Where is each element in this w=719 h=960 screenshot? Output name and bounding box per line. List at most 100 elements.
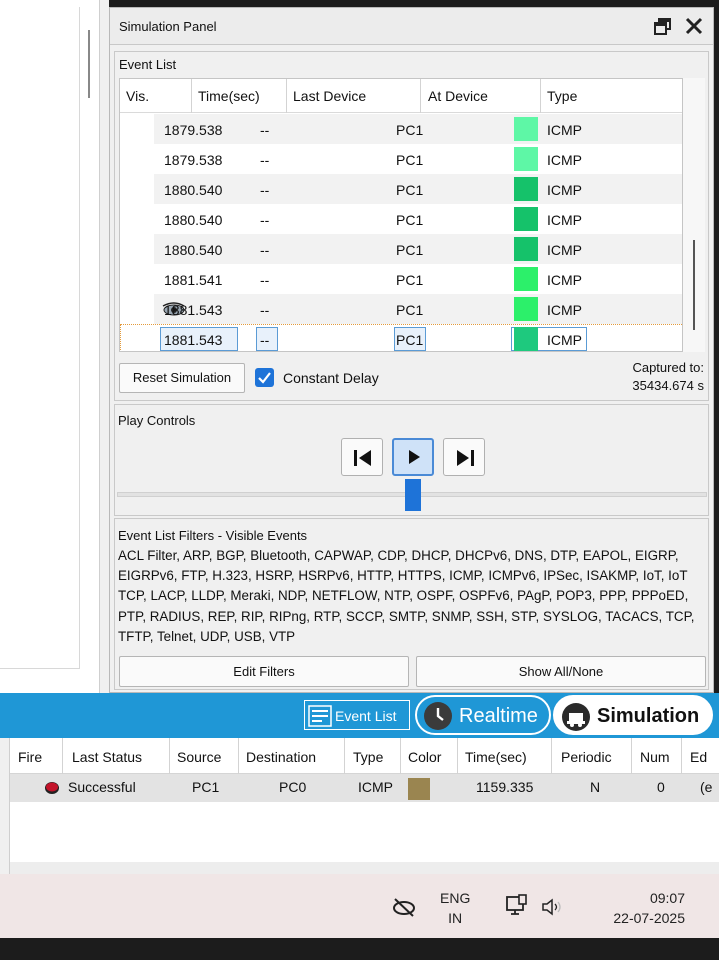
back-button[interactable] bbox=[341, 438, 383, 476]
event-time: 1879.538 bbox=[164, 152, 223, 168]
event-list-group: Event List Vis. Time(sec) Last Device At… bbox=[114, 51, 709, 401]
col-divider[interactable] bbox=[191, 79, 192, 113]
col-divider[interactable] bbox=[551, 738, 552, 774]
edit-filters-button[interactable]: Edit Filters bbox=[119, 656, 409, 687]
col-divider[interactable] bbox=[344, 738, 345, 774]
clock-time: 09:07 bbox=[649, 890, 685, 906]
event-color-swatch bbox=[514, 297, 538, 321]
pdu-col-periodic[interactable]: Periodic bbox=[561, 749, 612, 765]
simulation-mode-button[interactable]: Simulation bbox=[553, 695, 713, 735]
language-indicator[interactable]: ENG IN bbox=[440, 888, 470, 928]
event-list-table: Vis. Time(sec) Last Device At Device Typ… bbox=[119, 78, 683, 352]
pdu-col-time[interactable]: Time(sec) bbox=[465, 749, 527, 765]
realtime-mode-button[interactable]: Realtime bbox=[415, 695, 551, 735]
pdu-time: 1159.335 bbox=[476, 779, 534, 795]
col-divider[interactable] bbox=[540, 79, 541, 113]
col-divider[interactable] bbox=[631, 738, 632, 774]
col-vis[interactable]: Vis. bbox=[126, 88, 149, 104]
panel-splitter[interactable] bbox=[99, 0, 109, 693]
windows-taskbar: ENG IN 09:07 22-07-2025 bbox=[0, 874, 719, 938]
event-time: 1881.543 bbox=[164, 332, 223, 348]
event-time: 1881.541 bbox=[164, 272, 223, 288]
pdu-col-type[interactable]: Type bbox=[353, 749, 383, 765]
event-row[interactable]: 1880.540 -- PC1 ICMP bbox=[120, 204, 682, 234]
col-divider[interactable] bbox=[169, 738, 170, 774]
pdu-col-fire[interactable]: Fire bbox=[18, 749, 42, 765]
constant-delay-checkbox[interactable] bbox=[255, 368, 274, 387]
event-color-swatch bbox=[514, 327, 538, 351]
pdu-col-edit[interactable]: Ed bbox=[690, 749, 707, 765]
panel-titlebar: Simulation Panel bbox=[110, 8, 713, 45]
event-type: ICMP bbox=[547, 122, 582, 138]
col-divider[interactable] bbox=[62, 738, 63, 774]
col-divider[interactable] bbox=[420, 79, 421, 113]
event-row[interactable]: 1879.538 -- PC1 ICMP bbox=[120, 114, 682, 144]
event-row[interactable]: 1880.540 -- PC1 ICMP bbox=[120, 234, 682, 264]
event-type: ICMP bbox=[547, 302, 582, 318]
pdu-col-num[interactable]: Num bbox=[640, 749, 670, 765]
close-icon[interactable] bbox=[683, 15, 705, 37]
event-filters-group: Event List Filters - Visible Events ACL … bbox=[114, 518, 709, 690]
play-button[interactable] bbox=[392, 438, 434, 476]
col-divider[interactable] bbox=[238, 738, 239, 774]
event-color-swatch bbox=[514, 147, 538, 171]
skip-back-icon bbox=[354, 450, 371, 466]
pdu-col-last-status[interactable]: Last Status bbox=[72, 749, 142, 765]
col-type[interactable]: Type bbox=[547, 88, 577, 104]
mode-bar: Event List Realtime Simulation bbox=[0, 693, 719, 738]
reset-simulation-button[interactable]: Reset Simulation bbox=[119, 363, 245, 393]
show-all-none-button[interactable]: Show All/None bbox=[416, 656, 706, 687]
event-list-header: Vis. Time(sec) Last Device At Device Typ… bbox=[120, 79, 682, 113]
pdu-edit[interactable]: (e bbox=[700, 779, 712, 795]
event-type: ICMP bbox=[547, 152, 582, 168]
play-speed-slider-thumb[interactable] bbox=[405, 479, 421, 511]
event-list-scroll-thumb[interactable] bbox=[693, 240, 695, 330]
clock-icon bbox=[424, 702, 452, 730]
play-controls-label: Play Controls bbox=[118, 413, 196, 428]
col-divider[interactable] bbox=[457, 738, 458, 774]
event-row[interactable]: 1880.540 -- PC1 ICMP bbox=[120, 174, 682, 204]
event-type: ICMP bbox=[547, 182, 582, 198]
pdu-col-destination[interactable]: Destination bbox=[246, 749, 316, 765]
col-time[interactable]: Time(sec) bbox=[198, 88, 260, 104]
captured-to-value: 35434.674 s bbox=[632, 378, 704, 393]
col-divider[interactable] bbox=[286, 79, 287, 113]
system-clock[interactable]: 09:07 22-07-2025 bbox=[585, 888, 685, 928]
pdu-source: PC1 bbox=[192, 779, 220, 795]
event-time: 1881.543 bbox=[164, 302, 223, 318]
col-divider[interactable] bbox=[400, 738, 401, 774]
event-row[interactable]: 1881.541 -- PC1 ICMP bbox=[120, 264, 682, 294]
event-at-device: PC1 bbox=[396, 152, 424, 168]
event-time: 1880.540 bbox=[164, 242, 223, 258]
event-row[interactable]: 1881.543 -- PC1 ICMP bbox=[120, 294, 682, 324]
event-color-swatch bbox=[514, 207, 538, 231]
workspace-canvas[interactable] bbox=[0, 7, 80, 669]
event-list-label: Event List bbox=[119, 57, 177, 72]
pdu-horizontal-scrollbar[interactable] bbox=[10, 862, 719, 874]
pdu-row[interactable]: Successful PC1 PC0 ICMP 1159.335 N 0 (e bbox=[10, 774, 719, 802]
event-type: ICMP bbox=[547, 272, 582, 288]
col-at-device[interactable]: At Device bbox=[428, 88, 488, 104]
fire-status-icon[interactable] bbox=[44, 781, 60, 795]
no-internet-icon[interactable] bbox=[391, 896, 417, 918]
event-last-device: -- bbox=[260, 272, 270, 288]
event-row[interactable]: 1879.538 -- PC1 ICMP bbox=[120, 144, 682, 174]
capture-forward-button[interactable] bbox=[443, 438, 485, 476]
restore-icon[interactable] bbox=[653, 16, 673, 36]
event-at-device: PC1 bbox=[396, 332, 424, 348]
clock-date: 22-07-2025 bbox=[613, 910, 685, 926]
volume-icon[interactable] bbox=[540, 896, 566, 918]
pdu-col-source[interactable]: Source bbox=[177, 749, 221, 765]
logical-workspace[interactable] bbox=[0, 0, 100, 693]
event-list-toggle[interactable]: Event List bbox=[304, 700, 410, 730]
workspace-scrollbar[interactable] bbox=[88, 30, 90, 98]
captured-to: Captured to: 35434.674 s bbox=[632, 359, 704, 395]
event-last-device: -- bbox=[260, 152, 270, 168]
event-list-toggle-label: Event List bbox=[335, 708, 397, 724]
col-divider[interactable] bbox=[681, 738, 682, 774]
col-last-device[interactable]: Last Device bbox=[293, 88, 366, 104]
pdu-col-color[interactable]: Color bbox=[408, 749, 441, 765]
play-controls-group: Play Controls bbox=[114, 404, 709, 516]
event-row[interactable]: 1881.543 -- PC1 ICMP bbox=[120, 324, 682, 351]
network-device-icon[interactable] bbox=[504, 894, 530, 918]
